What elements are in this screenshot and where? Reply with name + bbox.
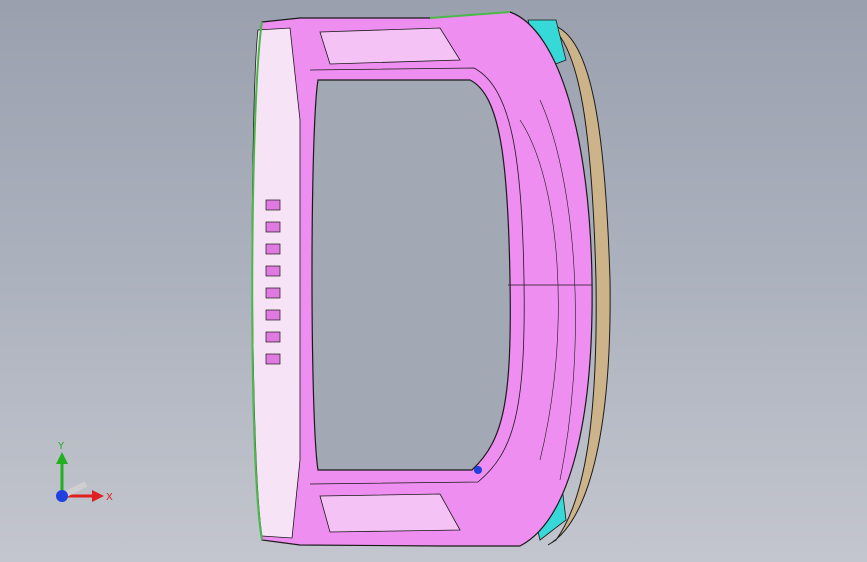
graphics-viewport[interactable]: Y X (0, 0, 867, 562)
x-axis-label: X (106, 492, 113, 503)
cad-model[interactable] (0, 0, 867, 562)
bottom-rail-detail (319, 493, 461, 533)
window-opening (311, 79, 511, 471)
left-flange (252, 27, 301, 539)
y-axis-label: Y (57, 441, 65, 452)
top-rail-detail (319, 27, 461, 65)
axis-triad: Y X (56, 441, 113, 503)
blue-marker (474, 466, 482, 474)
